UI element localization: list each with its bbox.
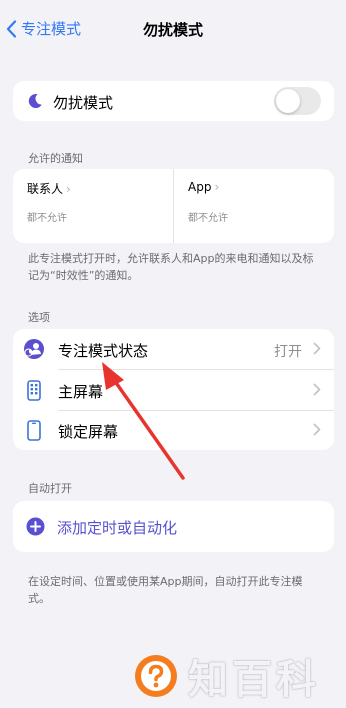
chevron-right-icon	[313, 383, 321, 396]
focus-status-value: 打开	[274, 344, 302, 360]
allowed-apps-title-wrap: App ›	[188, 180, 219, 194]
person-moon-icon	[23, 338, 45, 360]
allowed-apps-subtitle: 都不允许	[188, 213, 228, 224]
options-card: 专注模式状态 打开 主屏幕 锁定屏幕	[13, 329, 334, 450]
allowed-notifications-card: 联系人 › 都不允许 App › 都不允许	[13, 169, 334, 243]
lock-screen-row[interactable]: 锁定屏幕	[13, 410, 334, 450]
navigation-bar: 专注模式 勿扰模式	[0, 0, 346, 58]
allowed-people-title: 联系人	[27, 182, 64, 196]
focus-label: 勿扰模式	[53, 94, 114, 112]
phone-grid-icon	[23, 379, 45, 401]
watermark: 知百科	[134, 647, 320, 705]
auto-on-card: 添加定时或自动化	[13, 501, 334, 552]
allowed-people-button[interactable]: 联系人 › 都不允许	[13, 169, 173, 243]
focus-status-label: 专注模式状态	[58, 342, 149, 360]
page-title: 勿扰模式	[142, 21, 203, 39]
chevron-right-icon	[313, 423, 321, 436]
allowed-people-subtitle: 都不允许	[27, 213, 67, 224]
section-title-options: 选项	[28, 311, 50, 324]
focus-toggle[interactable]	[274, 87, 321, 115]
allowed-footnote: 此专注模式打开时，允许联系人和App的来电和通知以及标记为“时效性”的通知。	[28, 252, 314, 282]
add-schedule-button[interactable]: 添加定时或自动化	[13, 501, 334, 552]
section-title-auto: 自动打开	[28, 482, 72, 495]
add-schedule-label: 添加定时或自动化	[57, 519, 178, 537]
home-screen-row[interactable]: 主屏幕	[13, 370, 334, 410]
auto-footnote: 在设定时间、位置或使用某App期间，自动打开此专注模式。	[28, 575, 303, 605]
moon-icon	[28, 93, 42, 108]
focus-status-row[interactable]: 专注模式状态 打开	[13, 329, 334, 369]
allowed-apps-button[interactable]: App › 都不允许	[174, 169, 334, 243]
home-screen-label: 主屏幕	[58, 383, 104, 401]
chevron-right-icon: ›	[66, 181, 71, 196]
chevron-right-icon: ›	[214, 180, 220, 194]
section-title-allowed: 允许的通知	[28, 152, 83, 165]
question-logo-icon	[135, 655, 177, 697]
phone-icon	[23, 419, 45, 441]
lock-screen-label: 锁定屏幕	[58, 423, 119, 441]
focus-toggle-row: 勿扰模式	[13, 81, 334, 121]
allowed-apps-title: App	[188, 180, 212, 194]
watermark-text: 知百科	[188, 657, 320, 703]
chevron-right-icon	[313, 342, 321, 355]
allowed-people-title-wrap: 联系人 ›	[27, 180, 71, 197]
plus-circle-icon	[26, 517, 45, 536]
toggle-knob	[276, 89, 300, 113]
